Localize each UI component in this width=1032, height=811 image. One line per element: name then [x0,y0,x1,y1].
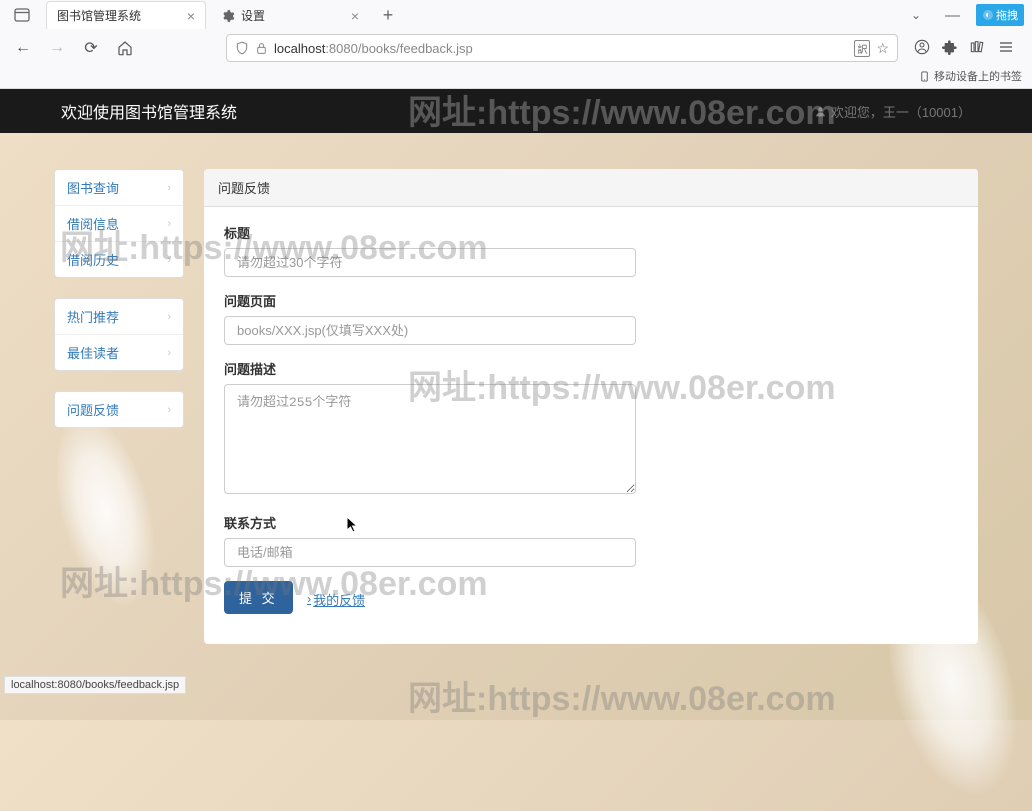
chevron-right-icon: › [167,311,171,323]
label-title: 标题 [224,223,958,242]
chevron-right-icon: › [167,254,171,266]
sidebar-item-borrow-info[interactable]: 借阅信息› [55,206,183,242]
chevron-right-icon: › [167,347,171,359]
url-field[interactable]: localhost:8080/books/feedback.jsp 訳 ☆ [226,34,898,62]
label-contact: 联系方式 [224,513,958,532]
tabs-dropdown-icon[interactable]: ⌄ [903,4,929,26]
sidebar-item-recommend[interactable]: 热门推荐› [55,299,183,335]
sidebar: 图书查询› 借阅信息› 借阅历史› 热门推荐› 最佳读者› 问题反馈› [54,169,184,644]
translate-icon[interactable]: 訳 [854,40,870,57]
sidebar-item-book-search[interactable]: 图书查询› [55,170,183,206]
close-icon[interactable]: × [179,8,195,24]
input-title[interactable] [224,248,636,277]
user-info[interactable]: 欢迎您，王一（10001） [814,102,971,121]
tab-label: 图书馆管理系统 [57,7,141,24]
minimize-icon[interactable]: — [937,3,968,28]
panel-title: 问题反馈 [204,169,978,207]
extension-label: 拖拽 [996,7,1018,23]
forward-button[interactable]: → [44,35,70,61]
back-button[interactable]: ← [10,35,36,61]
bookmark-mobile[interactable]: 移动设备上的书签 [919,68,1022,84]
status-bar: localhost:8080/books/feedback.jsp [4,676,186,694]
user-icon [814,105,827,118]
submit-button[interactable]: 提 交 [224,581,293,614]
sidebar-item-feedback[interactable]: 问题反馈› [55,392,183,427]
input-contact[interactable] [224,538,636,567]
menu-group-2: 热门推荐› 最佳读者› [54,298,184,371]
library-icon[interactable] [970,39,986,58]
page-header: 欢迎使用图书馆管理系统 欢迎您，王一（10001） [0,89,1032,133]
main-layout: 图书查询› 借阅信息› 借阅历史› 热门推荐› 最佳读者› 问题反馈› 问题反馈… [46,169,986,644]
my-feedback-link[interactable]: ›我的反馈 [307,590,365,609]
extensions-icon[interactable] [942,39,958,58]
brand-title: 欢迎使用图书馆管理系统 [61,99,237,123]
lock-icon [255,42,268,55]
address-bar: ← → ⟳ localhost:8080/books/feedback.jsp … [0,30,1032,66]
bookmark-star-icon[interactable]: ☆ [876,40,889,57]
firefox-menu-icon[interactable] [8,3,36,27]
menu-group-1: 图书查询› 借阅信息› 借阅历史› [54,169,184,278]
tab-label: 设置 [241,7,265,24]
account-icon[interactable] [914,39,930,58]
reload-button[interactable]: ⟳ [78,35,104,61]
mobile-icon [919,70,930,83]
watermark: 网址:https://www.08er.com [408,671,836,720]
chevron-right-icon: › [307,592,311,606]
bookmarks-toolbar: 移动设备上的书签 [0,66,1032,88]
tab-library[interactable]: 图书馆管理系统 × [46,1,206,29]
chevron-right-icon: › [167,404,171,416]
menu-group-3: 问题反馈› [54,391,184,428]
label-desc: 问题描述 [224,359,958,378]
home-button[interactable] [112,35,138,61]
chevron-right-icon: › [167,182,171,194]
extension-button[interactable]: 拖拽 [976,4,1024,26]
url-text: localhost:8080/books/feedback.jsp [274,41,473,56]
sidebar-item-borrow-history[interactable]: 借阅历史› [55,242,183,277]
bookmark-label: 移动设备上的书签 [934,68,1022,84]
sidebar-item-best-readers[interactable]: 最佳读者› [55,335,183,370]
gear-icon [221,9,235,23]
chevron-right-icon: › [167,218,171,230]
close-icon[interactable]: × [343,8,359,24]
hamburger-icon[interactable] [998,39,1014,58]
tab-settings[interactable]: 设置 × [210,1,370,29]
label-page: 问题页面 [224,291,958,310]
new-tab-button[interactable]: + [374,1,402,29]
browser-chrome: 图书馆管理系统 × 设置 × + ⌄ — 拖拽 ← → ⟳ [0,0,1032,89]
input-page[interactable] [224,316,636,345]
textarea-desc[interactable] [224,384,636,494]
content-panel: 问题反馈 标题 问题页面 问题描述 联系方式 提 交 ›我的反馈 [204,169,978,644]
tabs-bar: 图书馆管理系统 × 设置 × + ⌄ — 拖拽 [0,0,1032,30]
welcome-text: 欢迎您，王一（10001） [831,102,971,121]
shield-icon [235,41,249,55]
